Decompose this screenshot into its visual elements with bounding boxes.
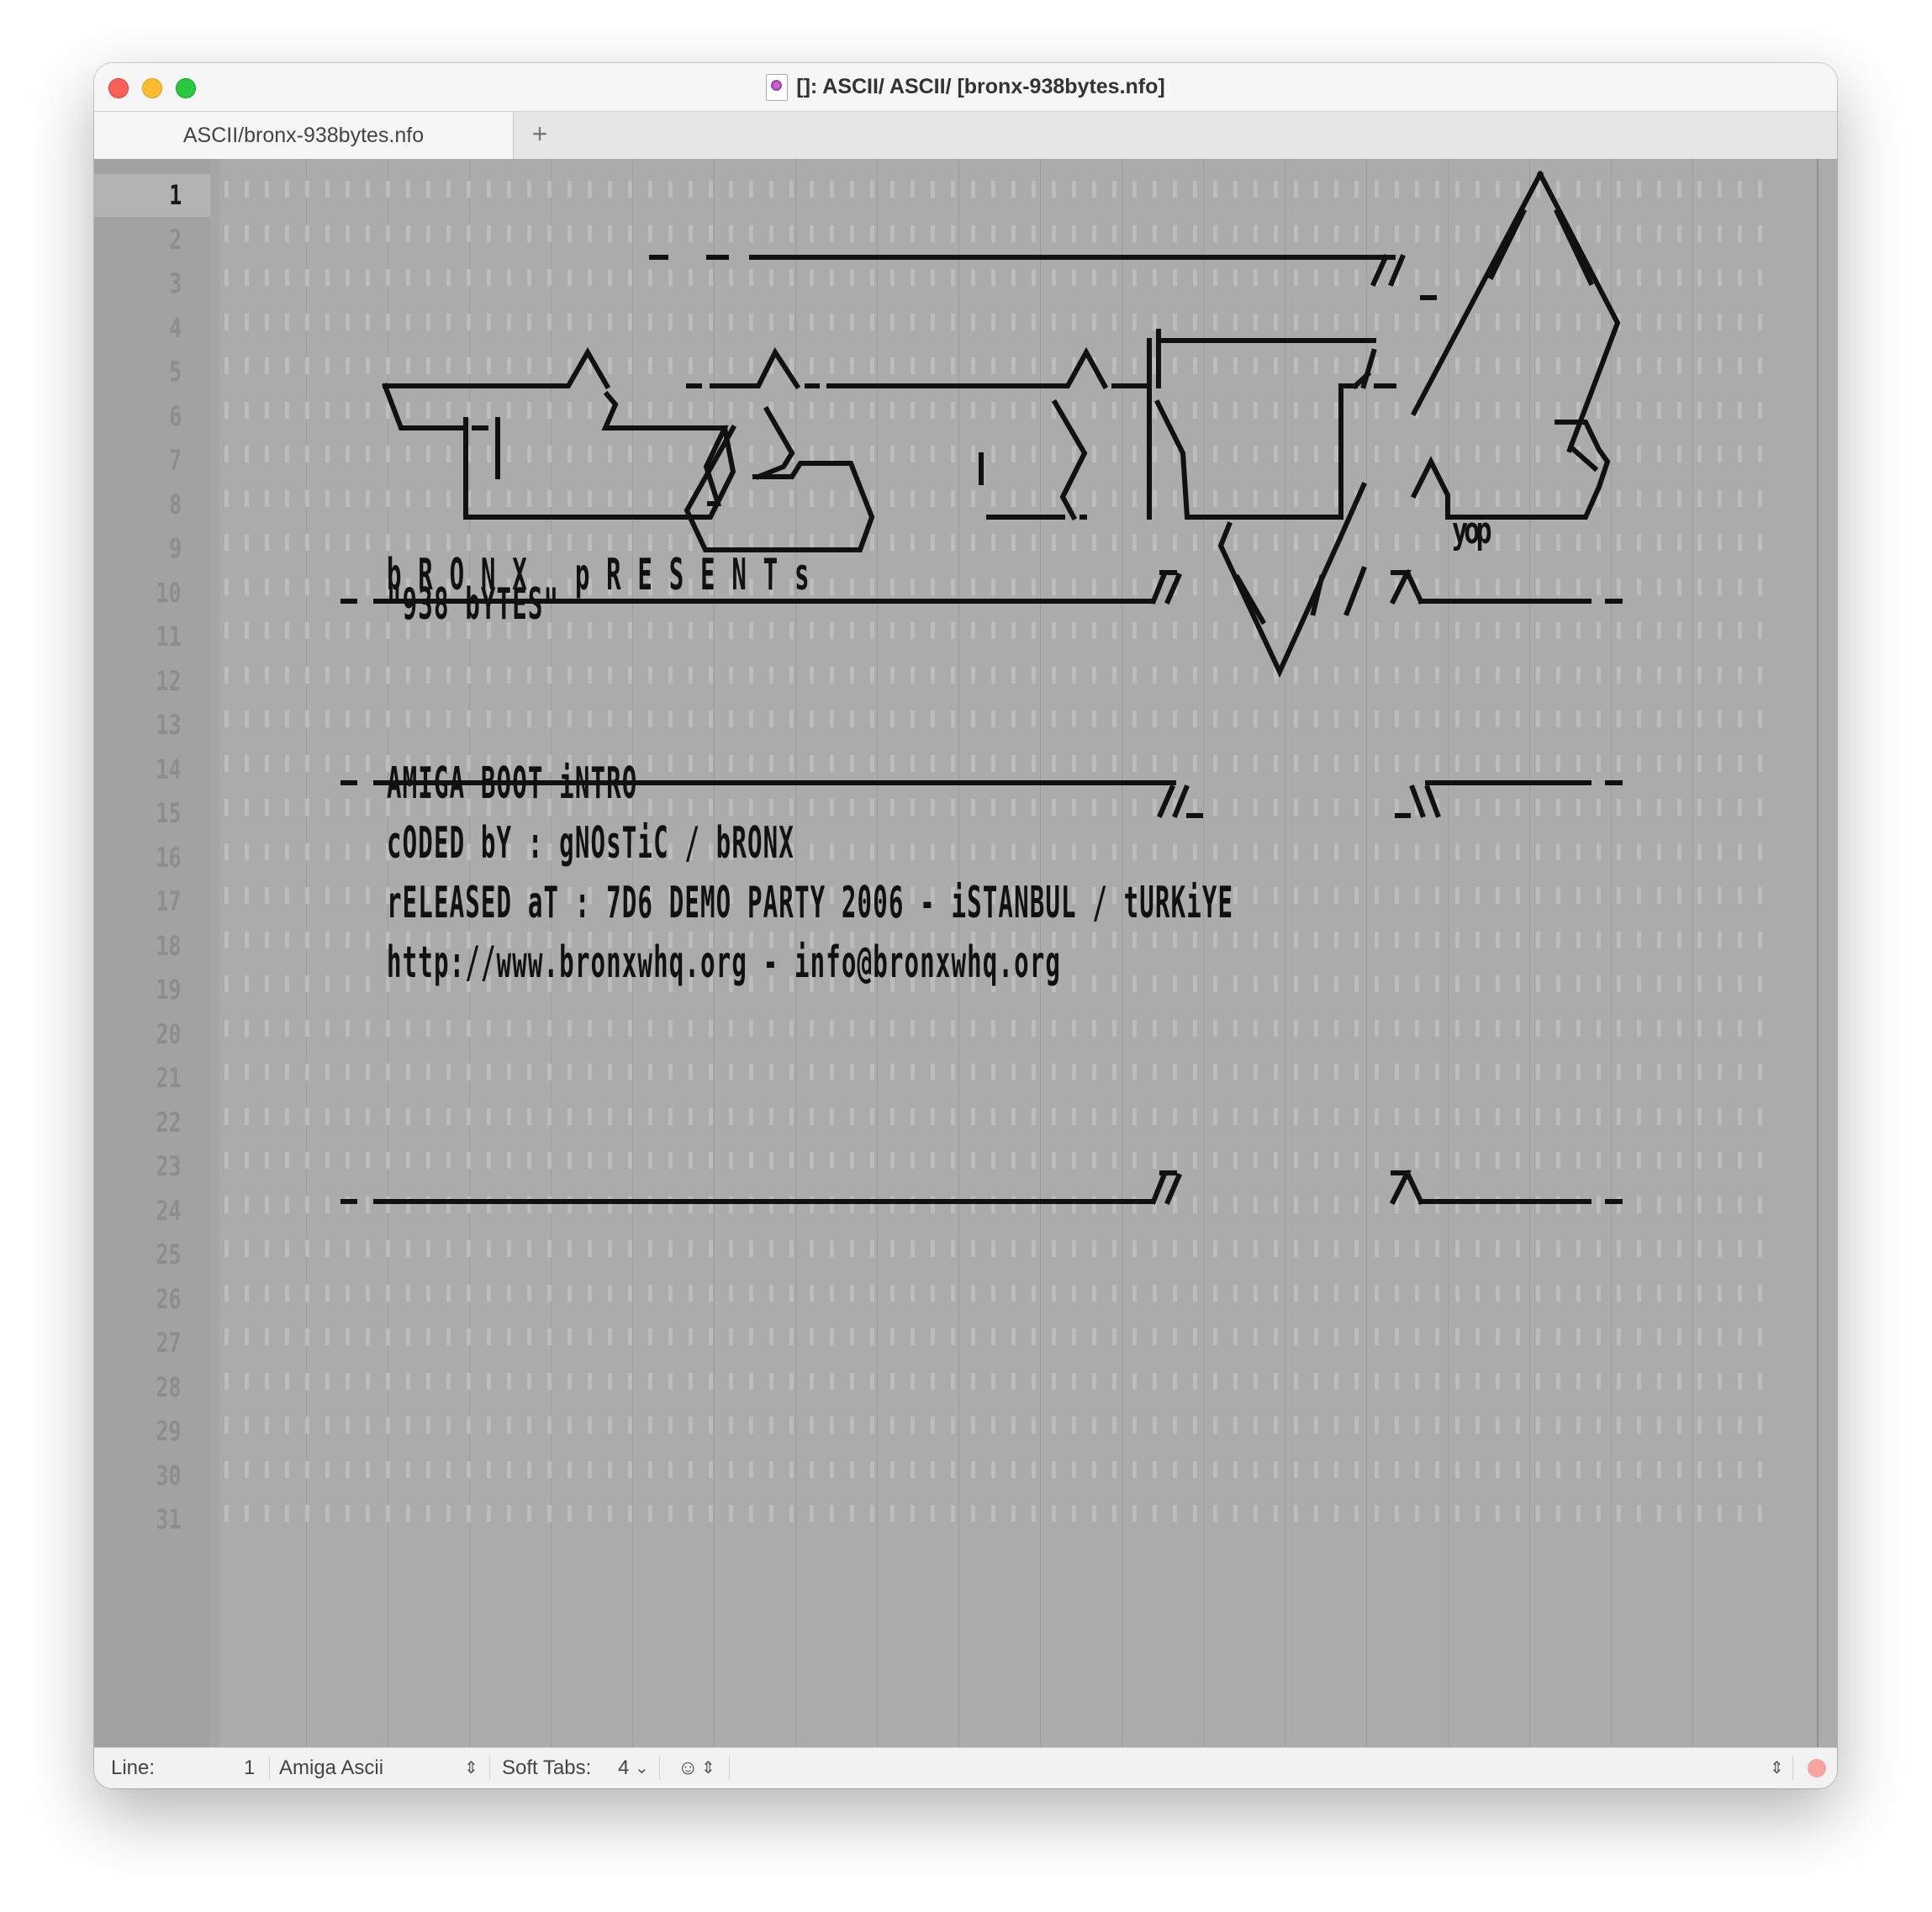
text-line: "938 bYTES" xyxy=(387,579,560,630)
divider xyxy=(729,1756,730,1780)
document-icon xyxy=(766,73,789,101)
status-dot-icon xyxy=(1808,1759,1826,1777)
updown-icon[interactable]: ⇕ xyxy=(701,1748,715,1788)
close-button[interactable] xyxy=(108,78,129,98)
add-tab-button[interactable]: + xyxy=(523,117,557,151)
minimize-button[interactable] xyxy=(142,78,162,98)
text-line: AMIGA BOOT iNTRO xyxy=(387,758,638,809)
line-label: Line: xyxy=(111,1756,156,1779)
text-line: http://www.bronxwhq.org - info@bronxwhq.… xyxy=(387,938,1062,988)
symbol-updown-icon[interactable]: ⇕ xyxy=(1770,1748,1784,1788)
status-bar: Line: 1 Amiga Ascii ⇕ Soft Tabs: 4 ⌄ ☺ ⇕… xyxy=(94,1747,1837,1788)
tabs-value[interactable]: 4 xyxy=(618,1748,629,1788)
divider xyxy=(489,1756,490,1780)
line-value[interactable]: 1 xyxy=(244,1748,255,1788)
text-line: rELEASED aT : 7D6 DEMO PARTY 2006 - iSTA… xyxy=(387,878,1234,928)
zoom-button[interactable] xyxy=(176,78,196,98)
divider xyxy=(1792,1756,1793,1780)
divider xyxy=(659,1756,660,1780)
tab-document[interactable]: ASCII/bronx-938bytes.nfo xyxy=(94,112,514,160)
text-line: cODED bY : gNOsTiC / bRONX xyxy=(387,818,794,869)
art-signature: yop xyxy=(1452,510,1492,553)
emoji-menu-icon[interactable]: ☺ xyxy=(678,1748,699,1788)
divider xyxy=(269,1756,270,1780)
window-title: []: ASCII/ ASCII/ [bronx-938bytes.nfo] xyxy=(796,75,1165,98)
chevron-down-icon[interactable]: ⌄ xyxy=(635,1748,649,1788)
title-bar: []: ASCII/ ASCII/ [bronx-938bytes.nfo] xyxy=(94,63,1837,111)
tab-bar: ASCII/bronx-938bytes.nfo + xyxy=(94,111,1837,160)
encoding-selector[interactable]: Amiga Ascii xyxy=(279,1748,383,1788)
tabs-label[interactable]: Soft Tabs: xyxy=(502,1748,591,1788)
text-editor[interactable]: 1 2 3 4 5 6 7 8 9 10 11 12 13 14 15 16 17 18 19 20 21 22 23 24 2… xyxy=(94,159,1837,1748)
tab-label: ASCII/bronx-938bytes.nfo xyxy=(182,124,425,147)
encoding-updown-icon[interactable]: ⇕ xyxy=(464,1748,478,1788)
vertical-scrollbar[interactable] xyxy=(1817,159,1837,1748)
editor-window: []: ASCII/ ASCII/ [bronx-938bytes.nfo] A… xyxy=(94,63,1837,1788)
